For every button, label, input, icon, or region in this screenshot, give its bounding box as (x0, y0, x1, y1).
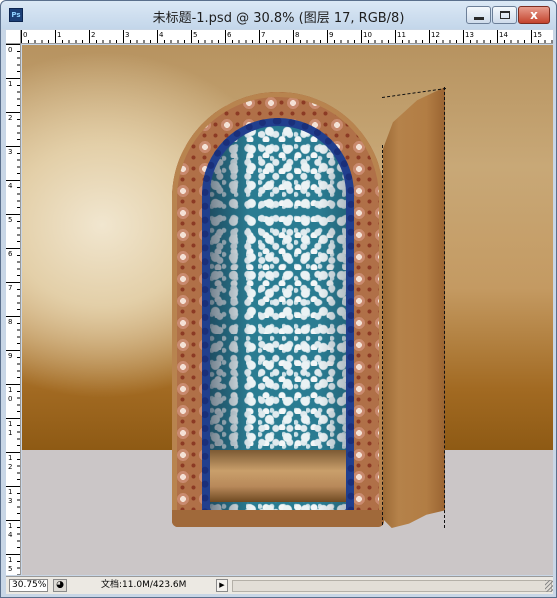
ruler-tick-label: 14 (499, 31, 508, 39)
vertical-ruler[interactable]: 0123456789101112131415 (6, 44, 21, 575)
ruler-tick-label: 1 (8, 488, 13, 496)
cabinet-shelf (210, 450, 346, 502)
photoshop-document-window: Ps 未标题-1.psd @ 30.8% (图层 17, RGB/8) x 01… (0, 0, 557, 598)
horizontal-ruler[interactable]: 0 1 2 3 4 5 6 7 8 9 10 11 12 13 14 15 (21, 30, 553, 44)
ruler-tick-label: 3 (125, 31, 130, 39)
minimize-button[interactable] (466, 6, 491, 24)
status-menu-arrow[interactable]: ▶ (216, 579, 228, 592)
ruler-tick-label: 7 (261, 31, 266, 39)
ruler-tick-label: 0 (8, 46, 13, 54)
horizontal-scrollbar[interactable] (232, 580, 552, 592)
ruler-tick-label: 9 (8, 352, 13, 360)
ruler-tick-label: 0 (8, 395, 13, 403)
ruler-tick-label: 4 (8, 182, 13, 190)
arched-cabinet (172, 92, 384, 527)
close-icon: x (530, 8, 538, 22)
title-bar[interactable]: Ps 未标题-1.psd @ 30.8% (图层 17, RGB/8) x (1, 1, 556, 29)
document-canvas[interactable] (22, 45, 553, 575)
ruler-tick-label: 12 (431, 31, 440, 39)
maximize-button[interactable] (492, 6, 517, 24)
maximize-icon (500, 11, 510, 19)
ruler-tick-label: 6 (8, 250, 13, 258)
ruler-tick-label: 1 (8, 420, 13, 428)
ruler-tick-label: 2 (8, 463, 13, 471)
ruler-origin[interactable] (6, 30, 21, 44)
ruler-tick-label: 4 (159, 31, 164, 39)
ruler-tick-label: 8 (295, 31, 300, 39)
status-info-icon[interactable]: ◕ (53, 579, 67, 592)
ruler-tick-label: 1 (8, 522, 13, 530)
ruler-tick-label: 2 (91, 31, 96, 39)
ruler-tick-label: 3 (8, 497, 13, 505)
ruler-tick-label: 5 (193, 31, 198, 39)
ruler-tick-label: 15 (533, 31, 542, 39)
ruler-tick-label: 2 (8, 114, 13, 122)
ruler-tick-label: 8 (8, 318, 13, 326)
ruler-tick-label: 10 (363, 31, 372, 39)
close-button[interactable]: x (518, 6, 550, 24)
document-size-info: 文档:11.0M/423.6M (101, 580, 187, 590)
ruler-tick-label: 1 (8, 80, 13, 88)
ruler-tick-label: 4 (8, 531, 13, 539)
ruler-tick-label: 1 (8, 454, 13, 462)
zoom-level-field[interactable]: 30.75% (9, 579, 48, 592)
selection-marquee-top (382, 88, 446, 157)
ruler-tick-label: 1 (8, 429, 13, 437)
ruler-tick-label: 13 (465, 31, 474, 39)
selection-marquee-left (382, 145, 383, 525)
cabinet-base (172, 510, 384, 527)
ruler-tick-label: 11 (397, 31, 406, 39)
ruler-tick-label: 7 (8, 284, 13, 292)
ruler-tick-label: 5 (8, 216, 13, 224)
resize-grip-icon[interactable] (545, 580, 553, 592)
ruler-tick-label: 1 (8, 556, 13, 564)
minimize-icon (474, 17, 484, 20)
ruler-tick-label: 0 (23, 31, 28, 39)
ruler-tick-label: 5 (8, 565, 13, 573)
ruler-tick-label: 6 (227, 31, 232, 39)
ruler-tick-label: 9 (329, 31, 334, 39)
ruler-tick-label: 1 (57, 31, 62, 39)
ruler-tick-label: 3 (8, 148, 13, 156)
cabinet-jewel-trim (202, 118, 354, 518)
status-bar: 30.75% ◕ 文档:11.0M/423.6M ▶ (6, 576, 553, 594)
ruler-tick-label: 1 (8, 386, 13, 394)
